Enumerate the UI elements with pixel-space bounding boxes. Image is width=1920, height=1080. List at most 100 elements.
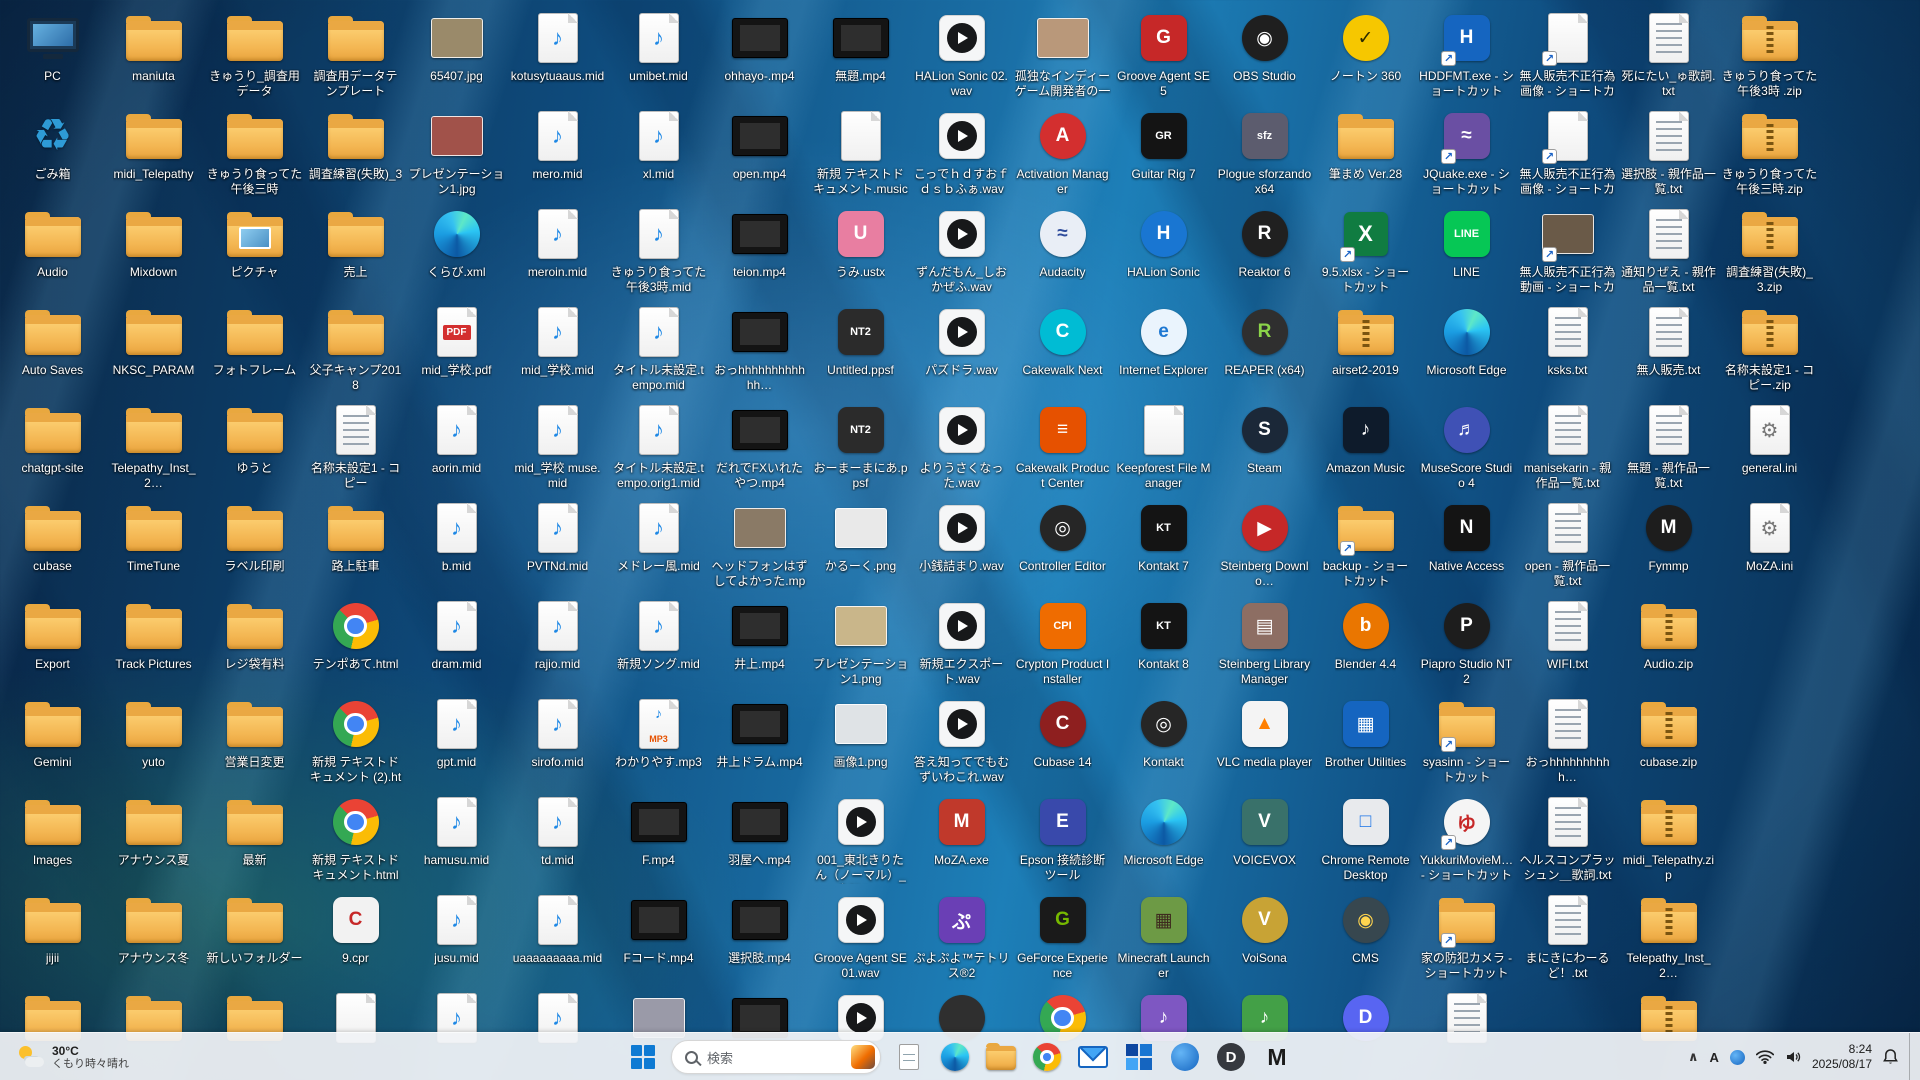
- desktop-icon[interactable]: ↗無人販売不正行為画像 - ショートカット: [1517, 100, 1618, 198]
- pinned-store[interactable]: [1120, 1038, 1158, 1076]
- desktop-icon[interactable]: 名称未設定1 - コピー.zip: [1719, 296, 1820, 394]
- desktop-icon[interactable]: ♪aorin.mid: [406, 394, 507, 492]
- desktop-icon[interactable]: 65407.jpg: [406, 2, 507, 100]
- desktop-icon[interactable]: PDFmid_学校.pdf: [406, 296, 507, 394]
- desktop-icon[interactable]: ⚙MoZA.ini: [1719, 492, 1820, 590]
- desktop-icon[interactable]: ♬MuseScore Studio 4: [1416, 394, 1517, 492]
- desktop-icon[interactable]: 無人販売.txt: [1618, 296, 1719, 394]
- desktop-icon[interactable]: 答え知ってでもむずいわこれ.wav: [911, 688, 1012, 786]
- desktop-icon[interactable]: sfzPlogue sforzando x64: [1214, 100, 1315, 198]
- desktop-icon[interactable]: SSteam: [1214, 394, 1315, 492]
- desktop-icon[interactable]: ↗家の防犯カメラ - ショートカット: [1416, 884, 1517, 982]
- desktop-icon[interactable]: ohhayo-.mp4: [709, 2, 810, 100]
- desktop-icon[interactable]: MFymmp: [1618, 492, 1719, 590]
- desktop-icon[interactable]: Fコード.mp4: [608, 884, 709, 982]
- desktop-icon[interactable]: ↗syasinn - ショートカット: [1416, 688, 1517, 786]
- pinned-notepad[interactable]: [890, 1038, 928, 1076]
- pinned-music-m[interactable]: M: [1258, 1038, 1296, 1076]
- desktop-icon[interactable]: 新規 テキストドキュメント (2).html: [305, 688, 406, 786]
- desktop-icon[interactable]: RReaktor 6: [1214, 198, 1315, 296]
- desktop-icon[interactable]: VVOICEVOX: [1214, 786, 1315, 884]
- desktop-icon[interactable]: 調査練習(失敗)_3: [305, 100, 406, 198]
- desktop-icon[interactable]: Images: [2, 786, 103, 884]
- desktop-icon[interactable]: 選択肢.mp4: [709, 884, 810, 982]
- desktop-icon[interactable]: ♪b.mid: [406, 492, 507, 590]
- desktop-icon[interactable]: MMoZA.exe: [911, 786, 1012, 884]
- desktop-icon[interactable]: ♻ごみ箱: [2, 100, 103, 198]
- desktop-icon[interactable]: 最新: [204, 786, 305, 884]
- desktop-icon[interactable]: ♪メドレー風.mid: [608, 492, 709, 590]
- desktop-icon[interactable]: CCubase 14: [1012, 688, 1113, 786]
- taskbar-search[interactable]: 検索: [671, 1040, 881, 1074]
- pinned-chrome[interactable]: [1028, 1038, 1066, 1076]
- desktop-icon[interactable]: Auto Saves: [2, 296, 103, 394]
- desktop-icon[interactable]: Gemini: [2, 688, 103, 786]
- desktop-icon[interactable]: 無題 - 親作品一覧.txt: [1618, 394, 1719, 492]
- desktop-icon[interactable]: 新規 テキストドキュメント.html: [305, 786, 406, 884]
- desktop-icon[interactable]: ぷぷよぷよ™テトリス®2: [911, 884, 1012, 982]
- ime-indicator[interactable]: A: [1710, 1050, 1719, 1065]
- desktop-icon[interactable]: GGroove Agent SE 5: [1113, 2, 1214, 100]
- desktop-icon[interactable]: ピクチャ: [204, 198, 305, 296]
- desktop-icon[interactable]: chatgpt-site: [2, 394, 103, 492]
- desktop-icon[interactable]: NNative Access: [1416, 492, 1517, 590]
- pinned-discord[interactable]: D: [1212, 1038, 1250, 1076]
- desktop-icon[interactable]: ♪mid_学校.mid: [507, 296, 608, 394]
- desktop-icon[interactable]: GGeForce Experience: [1012, 884, 1113, 982]
- desktop-icon[interactable]: 井上.mp4: [709, 590, 810, 688]
- desktop-icon[interactable]: LINELINE: [1416, 198, 1517, 296]
- volume-icon[interactable]: [1785, 1049, 1801, 1065]
- desktop-icon[interactable]: まにきにわーるど！.txt: [1517, 884, 1618, 982]
- desktop-icon[interactable]: Microsoft Edge: [1416, 296, 1517, 394]
- desktop-icon[interactable]: C9.cpr: [305, 884, 406, 982]
- desktop-icon[interactable]: ゆ↗YukkuriMovieM… - ショートカット: [1416, 786, 1517, 884]
- pinned-teams[interactable]: [1166, 1038, 1204, 1076]
- desktop-icon[interactable]: 死にたい_ゅ歌詞.txt: [1618, 2, 1719, 100]
- desktop-icon[interactable]: ↗backup - ショートカット: [1315, 492, 1416, 590]
- desktop-icon[interactable]: CCakewalk Next: [1012, 296, 1113, 394]
- desktop-icon[interactable]: ◎Kontakt: [1113, 688, 1214, 786]
- pinned-file-explorer[interactable]: [982, 1038, 1020, 1076]
- desktop-icon[interactable]: ▦Minecraft Launcher: [1113, 884, 1214, 982]
- desktop-icon[interactable]: ♪jusu.mid: [406, 884, 507, 982]
- desktop-icon[interactable]: 路上駐車: [305, 492, 406, 590]
- desktop-icon[interactable]: WIFI.txt: [1517, 590, 1618, 688]
- desktop-icon[interactable]: ▲VLC media player: [1214, 688, 1315, 786]
- desktop-icon[interactable]: ヘッドフォンはずしてよかった.mp4: [709, 492, 810, 590]
- desktop-icon[interactable]: ♪gpt.mid: [406, 688, 507, 786]
- desktop-icon[interactable]: ↗無人販売不正行為画像 - ショートカッ…: [1517, 2, 1618, 100]
- desktop-icon[interactable]: 名称未設定1 - コピー: [305, 394, 406, 492]
- desktop-icon[interactable]: ✓ノートン 360: [1315, 2, 1416, 100]
- desktop-icon[interactable]: Telepathy_Inst_2…: [1618, 884, 1719, 982]
- desktop-icon[interactable]: 新規 テキストドキュメント.musicxml: [810, 100, 911, 198]
- desktop-icon[interactable]: ♪uaaaaaaaaa.mid: [507, 884, 608, 982]
- desktop-icon[interactable]: ♪mero.mid: [507, 100, 608, 198]
- desktop-icon[interactable]: 001_東北きりたん（ノーマル）_今じゃ…: [810, 786, 911, 884]
- desktop-icon[interactable]: Audio.zip: [1618, 590, 1719, 688]
- desktop-icon[interactable]: cubase: [2, 492, 103, 590]
- desktop-icon[interactable]: GRGuitar Rig 7: [1113, 100, 1214, 198]
- desktop-icon[interactable]: きゅうり食ってた午後3時 .zip: [1719, 2, 1820, 100]
- desktop-icon[interactable]: おっhhhhhhhhhh…: [1517, 688, 1618, 786]
- desktop-icon[interactable]: おっhhhhhhhhhhhh…: [709, 296, 810, 394]
- desktop-icon[interactable]: ラベル印刷: [204, 492, 305, 590]
- desktop-icon[interactable]: ▶Steinberg Downlo…: [1214, 492, 1315, 590]
- desktop-icon[interactable]: Export: [2, 590, 103, 688]
- desktop-icon[interactable]: Telepathy_Inst_2…: [103, 394, 204, 492]
- desktop-icon[interactable]: Groove Agent SE 01.wav: [810, 884, 911, 982]
- desktop-icon[interactable]: HALion Sonic 02.wav: [911, 2, 1012, 100]
- desktop-icon[interactable]: きゅうり_調査用データ: [204, 2, 305, 100]
- desktop-icon[interactable]: NT2Untitled.ppsf: [810, 296, 911, 394]
- desktop-icon[interactable]: Keepforest File Manager: [1113, 394, 1214, 492]
- desktop-icon[interactable]: 筆まめ Ver.28: [1315, 100, 1416, 198]
- desktop-icon[interactable]: Track Pictures: [103, 590, 204, 688]
- desktop-icon[interactable]: eInternet Explorer: [1113, 296, 1214, 394]
- desktop-icon[interactable]: □Chrome Remote Desktop: [1315, 786, 1416, 884]
- desktop-icon[interactable]: KTKontakt 7: [1113, 492, 1214, 590]
- desktop-icon[interactable]: 調査練習(失敗)_3.zip: [1719, 198, 1820, 296]
- desktop-icon[interactable]: 調査用データテンプレート: [305, 2, 406, 100]
- desktop-icon[interactable]: 売上: [305, 198, 406, 296]
- desktop-icon[interactable]: プレゼンテーション1.png: [810, 590, 911, 688]
- desktop-icon[interactable]: プレゼンテーション1.jpg: [406, 100, 507, 198]
- desktop-icon[interactable]: ♪rajio.mid: [507, 590, 608, 688]
